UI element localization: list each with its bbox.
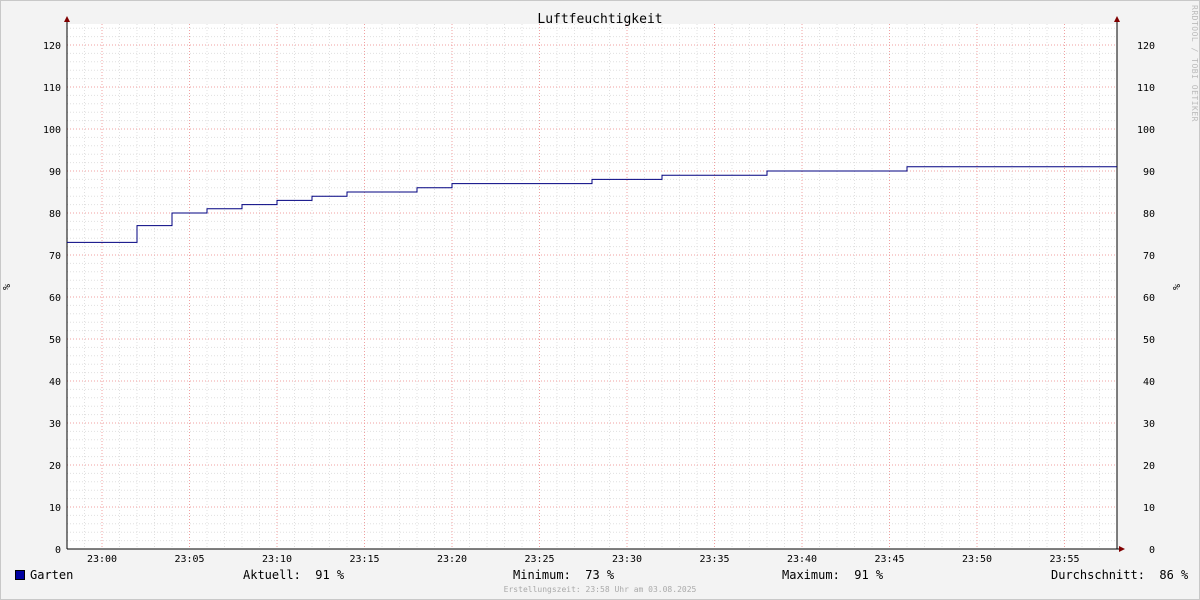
x-tick-label: 23:45: [874, 554, 904, 565]
y-tick-label-left: 10: [49, 503, 61, 514]
x-tick-label: 23:25: [524, 554, 554, 565]
x-tick-label: 23:05: [174, 554, 204, 565]
y-axis-label-left: %: [2, 284, 13, 290]
y-tick-label-left: 50: [49, 335, 61, 346]
legend-maximum: Maximum: 91 %: [782, 568, 884, 582]
x-tick-label: 23:55: [1049, 554, 1079, 565]
y-axis-arrow-right: [1114, 16, 1120, 22]
legend-average: Durchschnitt: 86 %: [1051, 568, 1189, 582]
y-tick-label-left: 120: [43, 41, 61, 52]
y-tick-label-right: 110: [1137, 83, 1155, 94]
y-tick-label-right: 100: [1137, 125, 1155, 136]
y-axis-arrow-left: [64, 16, 70, 22]
y-tick-label-right: 30: [1143, 419, 1155, 430]
y-tick-label-right: 120: [1137, 41, 1155, 52]
y-tick-label-left: 100: [43, 125, 61, 136]
chart: 0 0 10 10 20 20 30 30 40 40 50 50 60 60 70 70 80 80 90 90 10…: [2, 12, 1183, 565]
rrdtool-watermark: RRDTOOL / TOBI OETIKER: [1190, 5, 1199, 122]
y-tick-label-left: 70: [49, 251, 61, 262]
x-tick-label: 23:40: [787, 554, 817, 565]
y-tick-label-right: 40: [1143, 377, 1155, 388]
y-axis-label-right: %: [1172, 284, 1183, 290]
y-tick-label-left: 40: [49, 377, 61, 388]
x-tick-label: 23:30: [612, 554, 642, 565]
y-tick-label-left: 30: [49, 419, 61, 430]
x-tick-label: 23:00: [87, 554, 117, 565]
footer-timestamp: Erstellungszeit: 23:58 Uhr am 03.08.2025: [503, 585, 697, 594]
y-tick-label-right: 10: [1143, 503, 1155, 514]
y-tick-label-right: 20: [1143, 461, 1155, 472]
y-tick-label-left: 60: [49, 293, 61, 304]
x-axis-arrow: [1119, 546, 1125, 552]
y-tick-label-right: 50: [1143, 335, 1155, 346]
x-tick-label: 23:10: [262, 554, 292, 565]
y-tick-label-left: 20: [49, 461, 61, 472]
chart-title: Luftfeuchtigkeit: [537, 12, 662, 27]
x-tick-label: 23:50: [962, 554, 992, 565]
y-tick-label-right: 0: [1149, 545, 1155, 556]
y-tick-label-right: 80: [1143, 209, 1155, 220]
y-tick-label-right: 70: [1143, 251, 1155, 262]
y-tick-label-left: 0: [55, 545, 61, 556]
x-tick-label: 23:15: [349, 554, 379, 565]
y-tick-label-left: 80: [49, 209, 61, 220]
y-tick-label-right: 60: [1143, 293, 1155, 304]
y-tick-label-left: 90: [49, 167, 61, 178]
legend-current: Aktuell: 91 %: [243, 568, 345, 582]
legend-series-name: Garten: [30, 568, 74, 582]
x-tick-label: 23:20: [437, 554, 467, 565]
legend-minimum: Minimum: 73 %: [513, 568, 615, 582]
legend-swatch-garten: [15, 570, 25, 580]
y-tick-label-left: 110: [43, 83, 61, 94]
x-tick-label: 23:35: [699, 554, 729, 565]
y-tick-label-right: 90: [1143, 167, 1155, 178]
